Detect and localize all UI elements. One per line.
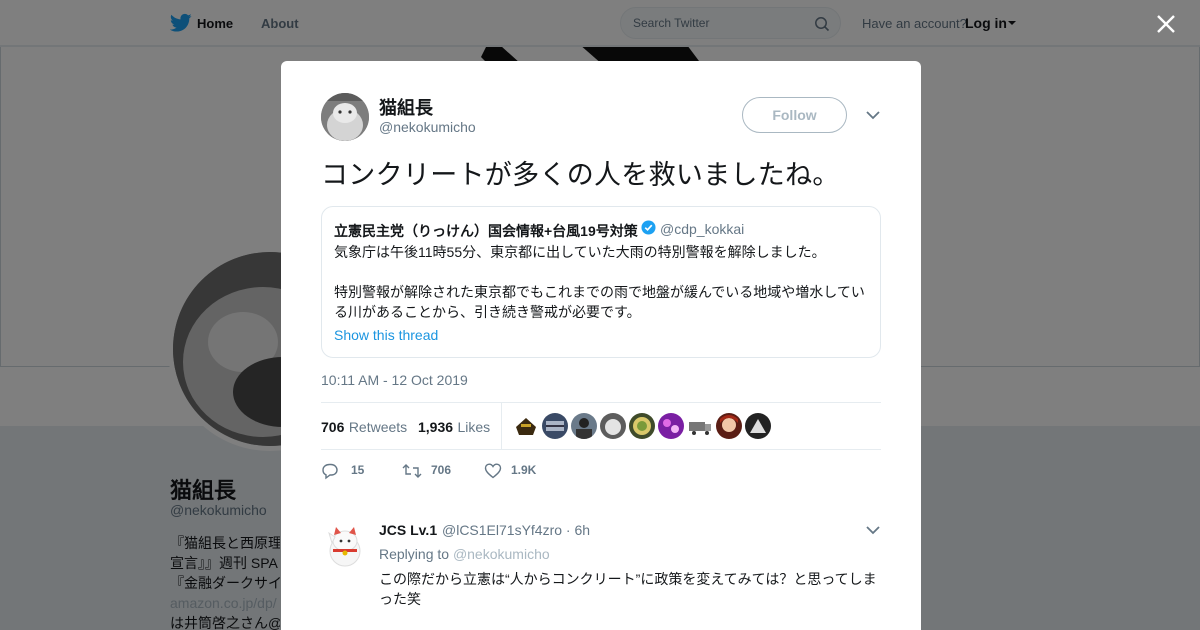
quoted-text-line: 気象庁は午後11時55分、東京都に出していた大雨の特別警報を解除しました。 <box>334 244 826 260</box>
tweet-modal: 猫組長 @nekokumicho Follow コンクリートが多くの人を救いまし… <box>281 61 921 630</box>
liker-avatar[interactable] <box>571 413 597 439</box>
chevron-down-icon[interactable] <box>865 109 881 121</box>
close-icon[interactable] <box>1154 12 1178 36</box>
like-count: 1.9K <box>511 463 537 477</box>
liker-avatar[interactable] <box>513 413 539 439</box>
heart-icon <box>484 463 502 479</box>
follow-button[interactable]: Follow <box>742 97 847 133</box>
replying-to-link[interactable]: @nekokumicho <box>453 546 550 562</box>
verified-badge-icon <box>641 220 656 235</box>
tweet-timestamp[interactable]: 10:11 AM - 12 Oct 2019 <box>321 372 468 388</box>
author-handle[interactable]: @nekokumicho <box>379 119 476 135</box>
likes-label: Likes <box>457 419 491 435</box>
like-action[interactable]: 1.9K <box>484 459 554 483</box>
tweet-text: コンクリートが多くの人を救いましたね。 <box>321 160 840 190</box>
stats-divider <box>501 403 502 449</box>
liker-avatar[interactable] <box>687 413 713 439</box>
reply-count: 15 <box>351 463 365 477</box>
show-thread-link[interactable]: Show this thread <box>334 327 438 343</box>
quoted-author-handle: @cdp_kokkai <box>660 221 745 237</box>
lucky-cat-image <box>321 521 369 569</box>
retweets-stat[interactable]: 706 Retweets <box>321 419 407 437</box>
retweet-action[interactable]: 706 <box>402 459 462 483</box>
quoted-author-name: 立憲民主党（りっけん）国会情報+台風19号対策 <box>334 223 638 239</box>
quoted-text-line: 特別警報が解除された東京都でもこれまでの雨で地盤が緩んでいる地域や増水している川… <box>334 284 865 320</box>
liker-avatar[interactable] <box>658 413 684 439</box>
likes-stat[interactable]: 1,936 Likes <box>418 419 490 437</box>
reply-text: この際だから立憲は“人からコンクリート”に政策を変えてみては？と思ってしまった笑 <box>379 571 877 607</box>
author-avatar[interactable] <box>321 93 369 141</box>
reply-action[interactable]: 15 <box>321 459 371 483</box>
liker-avatar[interactable] <box>745 413 771 439</box>
replying-to: Replying to @nekokumicho <box>379 546 550 562</box>
retweets-label: Retweets <box>348 419 408 435</box>
reply-author-name[interactable]: JCS Lv.1 <box>379 522 437 538</box>
quoted-tweet-text: 気象庁は午後11時55分、東京都に出していた大雨の特別警報を解除しました。 特別… <box>334 242 874 322</box>
replying-to-label: Replying to <box>379 546 450 562</box>
liker-avatar[interactable] <box>629 413 655 439</box>
quoted-tweet[interactable]: 立憲民主党（りっけん）国会情報+台風19号対策 @cdp_kokkai 気象庁は… <box>321 206 881 358</box>
reply-icon <box>322 463 338 480</box>
retweet-count: 706 <box>431 463 452 477</box>
author-name[interactable]: 猫組長 <box>379 94 433 120</box>
reply-author-handle[interactable]: @lCS1El71sYf4zro · 6h <box>442 522 590 538</box>
likes-count: 1,936 <box>418 419 454 435</box>
retweets-count: 706 <box>321 419 345 435</box>
reply-author-avatar[interactable] <box>321 521 369 569</box>
chevron-down-icon[interactable] <box>865 524 881 536</box>
liker-avatar[interactable] <box>542 413 568 439</box>
liker-avatar[interactable] <box>600 413 626 439</box>
tweet-stats: 706 Retweets 1,936 Likes <box>321 402 881 450</box>
liker-avatar[interactable] <box>716 413 742 439</box>
author-cat-photo <box>321 93 369 141</box>
retweet-icon <box>402 464 422 478</box>
